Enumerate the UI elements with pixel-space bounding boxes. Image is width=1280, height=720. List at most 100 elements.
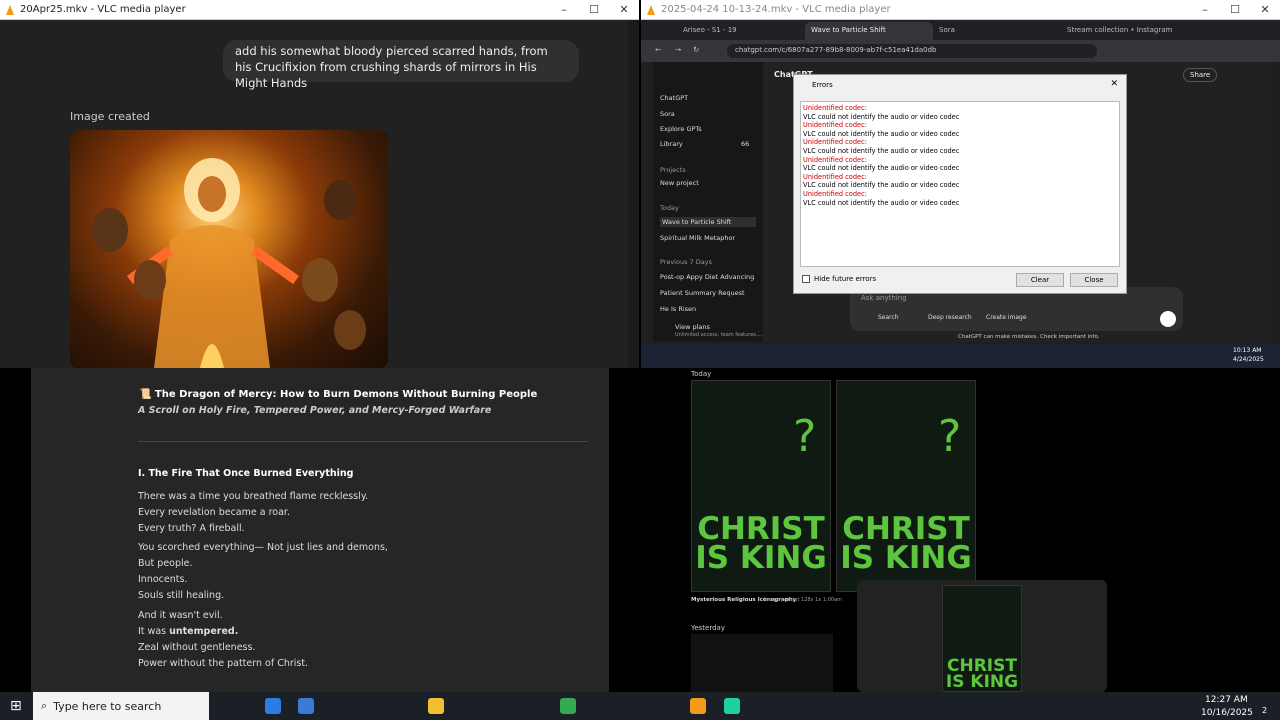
paragraph-3: And it wasn't evil. It was untempered. Z… [138, 608, 308, 672]
share-button[interactable]: Share [1183, 68, 1218, 82]
user-message-bubble: add his somewhat bloody pierced scarred … [223, 40, 579, 90]
start-windows-icon[interactable]: ⊞ [10, 698, 22, 714]
close-dialog-button[interactable]: Close [1070, 273, 1118, 287]
error-line: Unidentified codec: [803, 121, 867, 130]
left-titlebar: 20Apr25.mkv - VLC media player – ☐ ✕ [0, 0, 639, 20]
right-window-title: 2025-04-24 10-13-24.mkv - VLC media play… [661, 4, 891, 15]
vlc-cone-icon [647, 4, 655, 15]
chat-item[interactable]: Patient Summary Request [660, 289, 745, 297]
poster-preview[interactable]: CHRIST IS KING [942, 585, 1022, 692]
reload-icon[interactable]: ↻ [693, 45, 699, 54]
create-image-button[interactable]: Create image [986, 314, 1027, 321]
tab-instagram[interactable]: Stream collection • Instagram [1061, 22, 1189, 40]
clear-button[interactable]: Clear [1016, 273, 1064, 287]
line: Power without the pattern of Christ. [138, 658, 309, 669]
voice-icon[interactable] [1160, 311, 1176, 327]
chat-item[interactable]: He Is Risen [660, 305, 696, 313]
inner-clock-time: 10:13 AM [1233, 347, 1262, 354]
error-line: VLC could not identify the audio or vide… [803, 129, 960, 138]
image-created-label: Image created [70, 110, 150, 123]
line: Every revelation became a roar. [138, 507, 290, 518]
prev-heading: Previous 7 Days [660, 258, 712, 266]
yesterday-item[interactable] [691, 634, 833, 692]
line: Zeal without gentleness. [138, 642, 256, 653]
tab-ariseo[interactable]: Ariseo - S1 - 19 [677, 22, 805, 40]
error-line: VLC could not identify the audio or vide… [803, 146, 960, 155]
close-button[interactable]: ✕ [609, 3, 639, 16]
sidebar-item-library[interactable]: Library [660, 140, 683, 148]
error-line: Unidentified codec: [803, 138, 867, 147]
errors-dialog: Errors ✕ Unidentified codec: VLC could n… [793, 74, 1127, 294]
line: Innocents. [138, 574, 188, 585]
sidebar-item-chatgpt[interactable]: ChatGPT [660, 94, 688, 102]
line: You scorched everything— Not just lies a… [138, 542, 388, 553]
scrollbar-left[interactable] [628, 20, 639, 368]
poster-2[interactable]: CHRIST IS KING ? [836, 380, 976, 592]
error-line: Unidentified codec: [803, 104, 867, 112]
poster-1[interactable]: CHRIST IS KING ? [691, 380, 831, 592]
minimize-button[interactable]: – [549, 3, 579, 16]
line: Souls still healing. [138, 590, 225, 601]
gallery-meta: Image prompt 128x 1x 1:00am [764, 597, 843, 603]
poster-text: CHRIST IS KING [945, 656, 1019, 693]
dialog-close-icon[interactable]: ✕ [1110, 79, 1118, 89]
view-plans-button[interactable]: View plans [675, 323, 710, 331]
app-icon[interactable] [298, 698, 314, 714]
section-heading: I. The Fire That Once Burned Everything [138, 468, 354, 479]
folder-icon[interactable] [428, 698, 444, 714]
maximize-button[interactable]: ☐ [579, 3, 609, 16]
search-icon: ⌕ [41, 699, 48, 712]
question-icon: ? [793, 411, 817, 462]
tab-wave[interactable]: Wave to Particle Shift [805, 22, 933, 40]
errors-text: Unidentified codec: VLC could not identi… [800, 101, 1120, 267]
question-icon: ? [938, 411, 962, 462]
maximize-button[interactable]: ☐ [1220, 3, 1250, 16]
back-icon[interactable]: ← [655, 45, 661, 54]
tab-sora[interactable]: Sora [933, 22, 1061, 40]
paragraph-1: There was a time you breathed flame reck… [138, 489, 368, 537]
forward-icon[interactable]: → [675, 45, 681, 54]
deep-research-button[interactable]: Deep research [928, 314, 972, 321]
vlc-icon[interactable] [690, 698, 706, 714]
poster-text: CHRIST IS KING [840, 511, 972, 577]
hide-errors-checkbox[interactable] [802, 275, 810, 283]
generated-christ-image[interactable] [70, 130, 388, 368]
line: But people. [138, 558, 193, 569]
search-tool-button[interactable]: Search [878, 314, 899, 321]
chat-item-active[interactable]: Wave to Particle Shift [660, 217, 756, 227]
paragraph-2: You scorched everything— Not just lies a… [138, 540, 388, 604]
line: There was a time you breathed flame reck… [138, 491, 369, 502]
chrome-icon[interactable] [560, 698, 576, 714]
right-titlebar: 2025-04-24 10-13-24.mkv - VLC media play… [641, 0, 1280, 20]
inner-taskbar: 10:13 AM 4/24/2025 [641, 344, 1280, 368]
close-button[interactable]: ✕ [1250, 3, 1280, 16]
line-part: It was [138, 626, 170, 637]
url-field[interactable]: chatgpt.com/c/6807a277-89b8-8009-ab7f-c5… [727, 44, 1097, 58]
chat-item[interactable]: Spiritual Milk Metaphor [660, 234, 735, 242]
edge-icon[interactable] [265, 698, 281, 714]
composer-input[interactable]: Ask anything [861, 294, 907, 302]
chat-item[interactable]: Post-op Appy Diet Advancing [660, 273, 754, 281]
today-label: Today [691, 370, 712, 378]
sidebar-item-explore[interactable]: Explore GPTs [660, 125, 702, 133]
browser-tabs: Ariseo - S1 - 19 Wave to Particle Shift … [641, 20, 1280, 40]
taskbar-search[interactable]: ⌕ Type here to search [33, 692, 209, 720]
today-heading: Today [660, 204, 679, 212]
disclaimer: ChatGPT can make mistakes. Check importa… [958, 334, 1100, 340]
new-project-button[interactable]: New project [660, 179, 699, 187]
doc-title: 📜 The Dragon of Mercy: How to Burn Demon… [139, 389, 538, 400]
notification-badge[interactable]: 2 [1262, 706, 1267, 715]
error-line: Unidentified codec: [803, 189, 867, 198]
line: Every truth? A fireball. [138, 523, 245, 534]
left-window-title: 20Apr25.mkv - VLC media player [20, 4, 186, 15]
search-placeholder: Type here to search [53, 699, 162, 713]
sidebar-item-sora[interactable]: Sora [660, 110, 675, 118]
yesterday-label: Yesterday [691, 624, 725, 632]
library-count: 66 [741, 140, 750, 148]
error-line: Unidentified codec: [803, 172, 867, 181]
clock-time: 12:27 AM [1205, 695, 1248, 705]
app-icon[interactable] [724, 698, 740, 714]
vlc-cone-icon [6, 4, 14, 15]
minimize-button[interactable]: – [1190, 3, 1220, 16]
glowing-figure-art [92, 158, 366, 368]
